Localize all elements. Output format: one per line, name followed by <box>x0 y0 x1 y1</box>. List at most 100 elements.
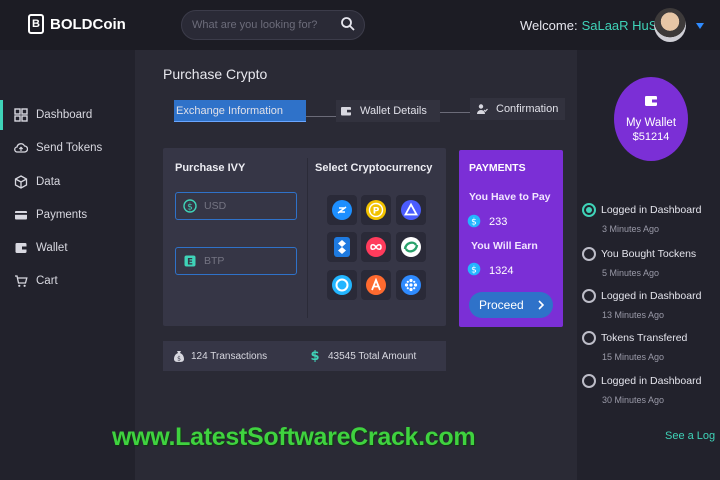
logo-mark: B <box>28 14 44 34</box>
btp-token-icon: E <box>184 255 196 268</box>
search-icon[interactable] <box>340 16 356 32</box>
dollar-coin-icon: $ <box>183 199 197 213</box>
crypto-option-triangle[interactable] <box>396 195 426 225</box>
total-amount: 43545 Total Amount <box>328 351 417 362</box>
activity-time: 15 Minutes Ago <box>602 352 665 362</box>
step-connector <box>306 116 336 117</box>
crypto-option-a[interactable] <box>361 270 391 300</box>
cube-icon <box>14 175 28 189</box>
sidebar-item-payments[interactable]: Payments <box>0 204 135 226</box>
p-coin-icon: P <box>366 200 386 220</box>
sidebar-item-wallet[interactable]: Wallet <box>0 237 135 259</box>
step-confirmation[interactable]: Confirmation <box>470 98 565 120</box>
app-logo[interactable]: B BOLDCoin <box>28 14 126 34</box>
btp-input[interactable] <box>204 255 294 267</box>
cart-icon <box>15 275 28 287</box>
page-title: Purchase Crypto <box>163 66 268 82</box>
activity-title: Tokens Transfered <box>601 332 688 344</box>
watermark-text: www.LatestSoftwareCrack.com <box>112 423 476 451</box>
sidebar-item-cart[interactable]: Cart <box>0 270 135 292</box>
activity-title: Logged in Dashboard <box>601 204 702 216</box>
user-check-icon <box>477 104 488 114</box>
see-log-link[interactable]: See a Log <box>665 430 715 442</box>
dollar-sign-icon: $ <box>310 349 319 362</box>
earn-value: 1324 <box>489 265 514 277</box>
sidebar-item-label: Wallet <box>36 242 68 254</box>
avatar[interactable] <box>654 8 686 42</box>
step-label: Exchange Information <box>176 104 284 117</box>
search-bar <box>181 10 365 40</box>
svg-text:$: $ <box>471 217 477 227</box>
pay-label: You Have to Pay <box>469 191 551 203</box>
payments-heading: PAYMENTS <box>469 162 526 174</box>
sidebar-item-label: Cart <box>36 275 58 287</box>
wallet-title: My Wallet <box>625 117 677 129</box>
svg-text:$: $ <box>310 349 319 362</box>
chevron-down-icon[interactable] <box>695 22 705 30</box>
usd-field: $ <box>175 192 297 220</box>
crypto-option-dots[interactable] <box>396 270 426 300</box>
transactions-count: 124 Transactions <box>191 351 268 362</box>
pay-value: 233 <box>489 216 508 228</box>
svg-text:P: P <box>373 207 380 217</box>
step-wallet-details[interactable]: Wallet Details <box>336 100 440 122</box>
wallet-balance: $51214 <box>632 131 670 143</box>
wallet-icon <box>341 107 351 116</box>
dollar-coin-icon: $ <box>467 262 481 275</box>
bancor-coin-icon <box>334 237 350 257</box>
activity-title: Logged in Dashboard <box>601 375 702 387</box>
activity-radio[interactable] <box>582 331 596 345</box>
activity-radio[interactable] <box>582 247 596 261</box>
wallet-icon <box>645 96 657 106</box>
logo-text: BOLDCoin <box>50 15 126 33</box>
earn-label: You Will Earn <box>471 240 538 252</box>
proceed-button[interactable]: Proceed <box>469 292 553 318</box>
crypto-option-ring[interactable] <box>327 270 357 300</box>
sidebar-item-send-tokens[interactable]: Send Tokens <box>0 137 135 159</box>
usd-input[interactable] <box>204 200 294 212</box>
activity-radio[interactable] <box>582 289 596 303</box>
svg-text:$: $ <box>187 202 193 212</box>
activity-radio[interactable] <box>582 203 596 217</box>
activity-title: Logged in Dashboard <box>601 290 702 302</box>
activity-title: You Bought Tockens <box>601 248 697 260</box>
my-wallet-widget[interactable]: My Wallet $51214 <box>614 77 688 161</box>
sidebar-item-dashboard[interactable]: Dashboard <box>0 100 135 130</box>
triangle-coin-icon <box>401 200 421 220</box>
dash-coin-icon <box>332 200 352 220</box>
crypto-option-swirl[interactable] <box>396 232 426 262</box>
svg-text:$: $ <box>471 265 477 275</box>
crypto-heading: Select Cryptocurrency <box>315 162 433 174</box>
money-bag-icon: $ <box>174 351 184 363</box>
btp-field: E <box>175 247 297 275</box>
search-input[interactable] <box>182 19 332 31</box>
dots-coin-icon <box>401 275 421 295</box>
activity-time: 3 Minutes Ago <box>602 224 660 234</box>
crypto-option-infinity[interactable] <box>361 232 391 262</box>
cloud-upload-icon <box>14 143 28 153</box>
sidebar-item-label: Payments <box>36 209 88 221</box>
sidebar-item-data[interactable]: Data <box>0 171 135 193</box>
credit-card-icon <box>15 211 27 220</box>
welcome-text: Welcome: SaLaaR HuSyN <box>520 18 673 33</box>
svg-text:E: E <box>187 258 193 268</box>
infinity-coin-icon <box>366 237 386 257</box>
step-label: Confirmation <box>496 103 559 115</box>
sidebar-item-label: Dashboard <box>36 109 93 121</box>
crypto-option-dash[interactable] <box>327 195 357 225</box>
chevron-right-icon <box>538 300 545 310</box>
crypto-option-bancor[interactable] <box>327 232 357 262</box>
purchase-heading: Purchase IVY <box>175 162 246 174</box>
activity-time: 13 Minutes Ago <box>602 310 665 320</box>
dollar-coin-icon: $ <box>467 214 481 227</box>
activity-time: 5 Minutes Ago <box>602 268 660 278</box>
sidebar-item-label: Send Tokens <box>36 142 103 154</box>
step-exchange-information[interactable]: Exchange Information <box>174 100 306 122</box>
proceed-label: Proceed <box>479 298 524 312</box>
dashboard-grid-icon <box>14 108 28 122</box>
activity-radio[interactable] <box>582 374 596 388</box>
wallet-icon <box>15 243 27 253</box>
crypto-option-p[interactable]: P <box>361 195 391 225</box>
card-divider <box>307 158 308 318</box>
step-label: Wallet Details <box>360 105 427 117</box>
